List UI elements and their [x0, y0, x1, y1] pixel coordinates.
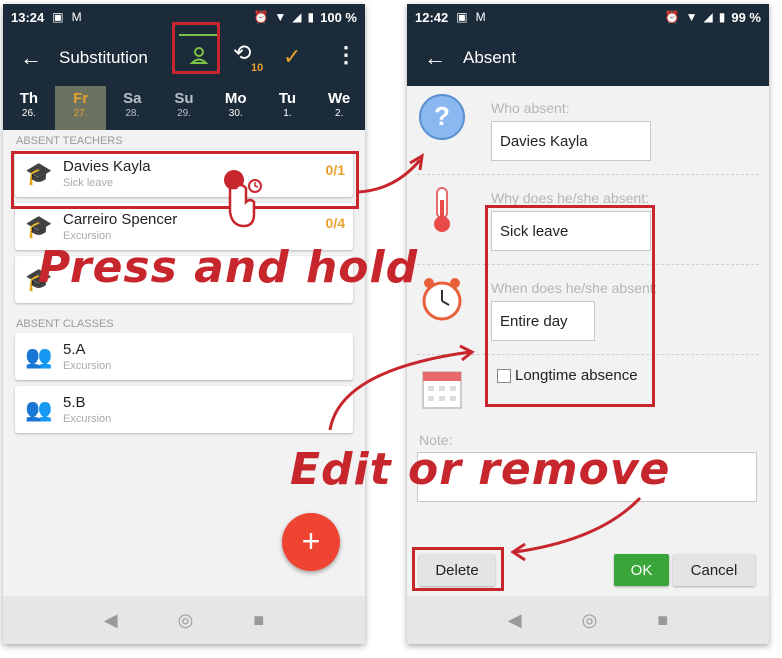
annotation-arrows: [328, 153, 642, 562]
arrow-to-delete: [514, 496, 642, 554]
arrow-to-form: [357, 159, 422, 194]
arrow-to-fields: [328, 350, 471, 431]
